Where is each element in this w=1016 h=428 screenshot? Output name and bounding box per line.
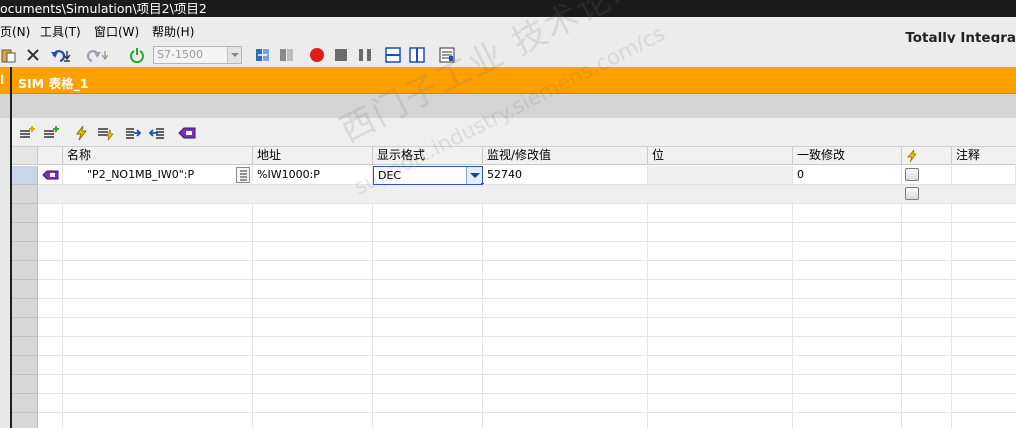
menu-project[interactable]: 页(N) xyxy=(0,23,30,40)
project-view-icon[interactable] xyxy=(278,45,296,65)
main-toolbar: S7-1500 xyxy=(0,43,1016,67)
header-comment[interactable]: 注释 xyxy=(952,147,1016,165)
left-panel-tab[interactable]: l xyxy=(0,67,9,94)
stop-icon[interactable] xyxy=(332,45,350,65)
col-line xyxy=(62,185,63,428)
pause-icon[interactable] xyxy=(356,45,374,65)
row-gutter[interactable] xyxy=(12,204,38,223)
tag-name: "P2_NO1MB_IW0":P xyxy=(87,168,195,181)
modify-all-icon[interactable] xyxy=(96,125,114,141)
chevron-down-icon[interactable] xyxy=(466,167,482,184)
cell-bit xyxy=(648,166,793,185)
col-line xyxy=(372,185,373,428)
header-consistent-modify[interactable]: 一致修改 xyxy=(793,147,902,165)
split-horizontal-icon[interactable] xyxy=(384,45,402,65)
row-gutter[interactable] xyxy=(12,261,38,280)
sheet-title: SIM 表格_1 xyxy=(18,76,89,91)
row-gutter[interactable] xyxy=(12,223,38,242)
menu-bar: 页(N) 工具(T) 窗口(W) 帮助(H) xyxy=(0,17,1016,43)
modify-checkbox[interactable] xyxy=(905,168,919,181)
paste-icon[interactable] xyxy=(0,45,18,65)
row-gutter[interactable] xyxy=(12,413,38,428)
editor-gray-bar xyxy=(0,94,1016,118)
header-bit[interactable]: 位 xyxy=(648,147,793,165)
col-line xyxy=(252,185,253,428)
row-gutter[interactable] xyxy=(12,394,38,413)
display-format-value: DEC xyxy=(378,169,402,182)
sim-table: 名称 地址 显示格式 监视/修改值 位 一致修改 注释 "P2_NO1MB_IW… xyxy=(12,147,1016,428)
tag-symbol-icon[interactable] xyxy=(178,125,196,141)
menu-window[interactable]: 窗口(W) xyxy=(94,23,139,40)
tag-symbol-icon xyxy=(42,170,59,180)
cell-address[interactable]: %IW1000:P xyxy=(253,166,373,185)
row-gutter[interactable] xyxy=(12,375,38,394)
menu-tools[interactable]: 工具(T) xyxy=(40,23,81,40)
row-gutter[interactable] xyxy=(12,242,38,261)
split-vertical-icon[interactable] xyxy=(408,45,426,65)
row-gutter-2[interactable] xyxy=(12,185,38,204)
display-format-select[interactable]: DEC xyxy=(373,166,483,185)
tag-list-icon[interactable] xyxy=(236,167,250,183)
header-icon-column xyxy=(38,147,63,165)
header-address[interactable]: 地址 xyxy=(253,147,373,165)
insert-row-icon[interactable] xyxy=(18,125,36,141)
delete-icon[interactable] xyxy=(24,45,42,65)
col-line xyxy=(901,185,902,428)
power-icon[interactable] xyxy=(128,45,146,65)
cell-name[interactable]: "P2_NO1MB_IW0":P xyxy=(63,166,253,185)
modify-lightning-icon[interactable] xyxy=(72,125,90,141)
menu-help[interactable]: 帮助(H) xyxy=(152,23,194,40)
undo-icon[interactable] xyxy=(50,45,72,65)
load-project-icon[interactable] xyxy=(254,45,272,65)
row-gutter[interactable] xyxy=(12,280,38,299)
header-name[interactable]: 名称 xyxy=(63,147,253,165)
row-gutter[interactable] xyxy=(12,337,38,356)
table-row-2 xyxy=(38,185,1016,204)
import-icon[interactable] xyxy=(148,125,166,141)
row-gutter-1[interactable] xyxy=(12,166,38,185)
window-title-bar: ocuments\Simulation\项目2\项目2 xyxy=(0,0,1016,17)
header-lightning[interactable] xyxy=(902,147,952,165)
cell-monitor-value[interactable]: 52740 xyxy=(483,166,648,185)
cpu-select[interactable]: S7-1500 xyxy=(153,46,242,64)
header-corner xyxy=(12,147,38,165)
table-toolbar xyxy=(0,118,1016,147)
chevron-down-icon[interactable] xyxy=(227,47,241,63)
col-line xyxy=(951,185,952,428)
lightning-icon xyxy=(907,149,917,163)
cell-comment[interactable] xyxy=(952,166,1016,185)
cell-consistent-modify[interactable]: 0 xyxy=(793,166,902,185)
record-icon[interactable] xyxy=(308,45,326,65)
tag-icon-cell xyxy=(38,166,63,185)
header-display-format[interactable]: 显示格式 xyxy=(373,147,483,165)
header-monitor-value[interactable]: 监视/修改值 xyxy=(483,147,648,165)
empty-rows xyxy=(38,185,1016,428)
redo-icon[interactable] xyxy=(86,45,108,65)
window-title: ocuments\Simulation\项目2\项目2 xyxy=(0,1,207,16)
sim-table-header: l SIM 表格_1 xyxy=(0,67,1016,94)
row-gutter[interactable] xyxy=(12,299,38,318)
col-line xyxy=(647,185,648,428)
cpu-select-value: S7-1500 xyxy=(157,48,203,61)
row-gutter[interactable] xyxy=(12,318,38,337)
table-view-icon[interactable] xyxy=(438,45,456,65)
add-row-icon[interactable] xyxy=(42,125,60,141)
modify-checkbox[interactable] xyxy=(905,187,919,200)
col-line xyxy=(482,185,483,428)
row-gutter[interactable] xyxy=(12,356,38,375)
export-icon[interactable] xyxy=(124,125,142,141)
col-line xyxy=(792,185,793,428)
